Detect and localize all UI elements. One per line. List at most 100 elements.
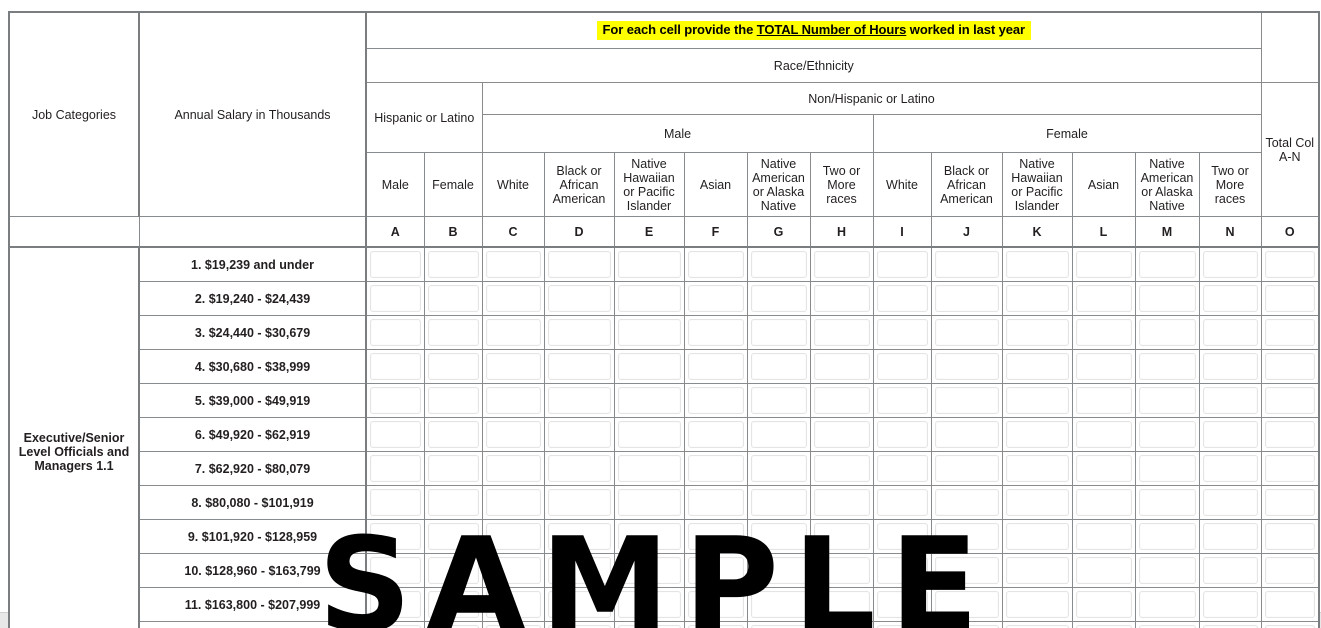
hours-entry-field[interactable]	[547, 285, 611, 312]
hours-entry-field[interactable]	[485, 251, 541, 278]
hours-entry-field[interactable]	[876, 285, 928, 312]
hours-entry-cell[interactable]	[872, 553, 932, 588]
hours-entry-cell[interactable]	[1134, 246, 1200, 282]
hours-entry-cell[interactable]	[809, 417, 874, 452]
hours-entry-cell[interactable]	[423, 587, 483, 622]
hours-entry-field[interactable]	[427, 387, 479, 414]
hours-entry-field[interactable]	[547, 421, 611, 448]
hours-entry-field[interactable]	[687, 421, 744, 448]
hours-entry-field[interactable]	[876, 353, 928, 380]
hours-entry-cell[interactable]	[1134, 315, 1200, 350]
hours-entry-field[interactable]	[617, 251, 681, 278]
hours-entry-cell[interactable]	[365, 519, 425, 554]
hours-entry-cell[interactable]	[423, 519, 483, 554]
hours-entry-cell[interactable]	[872, 383, 932, 418]
hours-entry-cell[interactable]	[1001, 349, 1073, 384]
hours-entry-cell[interactable]	[930, 587, 1003, 622]
hours-entry-cell[interactable]	[481, 519, 545, 554]
hours-entry-field[interactable]	[813, 353, 870, 380]
hours-entry-cell[interactable]	[543, 281, 615, 316]
hours-entry-cell[interactable]	[1198, 519, 1262, 554]
hours-entry-cell[interactable]	[872, 587, 932, 622]
hours-entry-cell[interactable]	[1260, 315, 1321, 350]
hours-entry-field[interactable]	[617, 319, 681, 346]
hours-entry-cell[interactable]	[1260, 485, 1321, 520]
hours-entry-cell[interactable]	[683, 417, 748, 452]
hours-entry-field[interactable]	[876, 421, 928, 448]
hours-entry-cell[interactable]	[1071, 349, 1136, 384]
hours-entry-cell[interactable]	[365, 349, 425, 384]
hours-entry-cell[interactable]	[1198, 246, 1262, 282]
hours-entry-cell[interactable]	[613, 621, 685, 628]
hours-entry-cell[interactable]	[481, 281, 545, 316]
hours-entry-field[interactable]	[1138, 523, 1196, 550]
hours-entry-field[interactable]	[750, 285, 807, 312]
hours-entry-cell[interactable]	[543, 417, 615, 452]
hours-entry-cell[interactable]	[1198, 485, 1262, 520]
hours-entry-cell[interactable]	[746, 621, 811, 628]
hours-entry-field[interactable]	[934, 421, 999, 448]
hours-entry-field[interactable]	[1138, 251, 1196, 278]
hours-entry-field[interactable]	[427, 285, 479, 312]
hours-entry-cell[interactable]	[1198, 281, 1262, 316]
hours-entry-field[interactable]	[427, 591, 479, 618]
hours-entry-field[interactable]	[813, 557, 870, 584]
hours-entry-field[interactable]	[876, 591, 928, 618]
hours-entry-cell[interactable]	[746, 417, 811, 452]
hours-entry-field[interactable]	[934, 319, 999, 346]
hours-entry-cell[interactable]	[1001, 246, 1073, 282]
hours-entry-cell[interactable]	[930, 519, 1003, 554]
hours-entry-cell[interactable]	[365, 485, 425, 520]
hours-entry-cell[interactable]	[930, 621, 1003, 628]
hours-entry-field[interactable]	[813, 285, 870, 312]
hours-entry-field[interactable]	[547, 523, 611, 550]
hours-entry-cell[interactable]	[809, 281, 874, 316]
hours-entry-field[interactable]	[813, 319, 870, 346]
hours-entry-field[interactable]	[370, 557, 421, 584]
hours-entry-field[interactable]	[1005, 455, 1069, 482]
hours-entry-cell[interactable]	[1260, 349, 1321, 384]
hours-entry-cell[interactable]	[1134, 383, 1200, 418]
hours-entry-field[interactable]	[750, 319, 807, 346]
hours-entry-field[interactable]	[547, 319, 611, 346]
hours-entry-field[interactable]	[876, 455, 928, 482]
hours-entry-field[interactable]	[750, 455, 807, 482]
hours-entry-field[interactable]	[547, 591, 611, 618]
hours-entry-field[interactable]	[934, 387, 999, 414]
hours-entry-cell[interactable]	[683, 246, 748, 282]
hours-entry-cell[interactable]	[1001, 621, 1073, 628]
hours-entry-field[interactable]	[750, 353, 807, 380]
hours-entry-field[interactable]	[370, 591, 421, 618]
hours-entry-cell[interactable]	[543, 485, 615, 520]
hours-entry-cell[interactable]	[809, 621, 874, 628]
hours-entry-cell[interactable]	[1001, 417, 1073, 452]
hours-entry-field[interactable]	[1138, 353, 1196, 380]
hours-entry-cell[interactable]	[543, 451, 615, 486]
hours-entry-field[interactable]	[1075, 591, 1132, 618]
hours-entry-cell[interactable]	[930, 315, 1003, 350]
hours-entry-cell[interactable]	[809, 451, 874, 486]
hours-entry-field[interactable]	[427, 489, 479, 516]
hours-entry-field[interactable]	[1075, 489, 1132, 516]
hours-entry-field[interactable]	[687, 591, 744, 618]
hours-entry-cell[interactable]	[930, 383, 1003, 418]
hours-entry-cell[interactable]	[872, 621, 932, 628]
hours-entry-field[interactable]	[617, 387, 681, 414]
hours-entry-field[interactable]	[547, 251, 611, 278]
hours-entry-cell[interactable]	[809, 315, 874, 350]
hours-entry-cell[interactable]	[481, 485, 545, 520]
hours-entry-field[interactable]	[485, 557, 541, 584]
hours-entry-cell[interactable]	[1001, 383, 1073, 418]
hours-entry-cell[interactable]	[543, 621, 615, 628]
hours-entry-cell[interactable]	[1001, 281, 1073, 316]
hours-entry-cell[interactable]	[481, 315, 545, 350]
hours-entry-cell[interactable]	[613, 553, 685, 588]
hours-entry-cell[interactable]	[423, 451, 483, 486]
hours-entry-field[interactable]	[1202, 421, 1258, 448]
hours-entry-field[interactable]	[1138, 319, 1196, 346]
hours-entry-cell[interactable]	[423, 246, 483, 282]
hours-entry-field[interactable]	[617, 591, 681, 618]
hours-entry-field[interactable]	[876, 251, 928, 278]
hours-entry-field[interactable]	[1075, 319, 1132, 346]
hours-entry-field[interactable]	[1202, 523, 1258, 550]
